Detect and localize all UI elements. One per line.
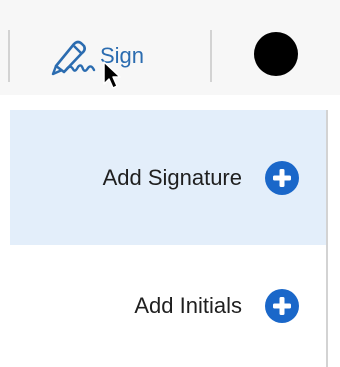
toolbar-divider (210, 30, 212, 82)
menu-item-label: Add Initials (134, 293, 242, 318)
signature-tool-panel: Sign Add Signature Add Initials (0, 0, 340, 367)
mouse-cursor-icon (102, 60, 124, 90)
plus-circle-icon (264, 288, 300, 324)
menu-item-add-initials[interactable]: Add Initials (10, 245, 326, 367)
sign-dropdown-menu: Add Signature Add Initials (10, 110, 328, 367)
toolbar-divider (8, 30, 10, 82)
menu-item-label: Add Signature (102, 164, 242, 190)
menu-item-add-signature[interactable]: Add Signature (10, 110, 326, 245)
plus-circle-icon (264, 160, 300, 196)
toolbar: Sign (0, 0, 340, 95)
ink-color-swatch[interactable] (254, 32, 298, 76)
signature-pen-icon (48, 36, 108, 76)
